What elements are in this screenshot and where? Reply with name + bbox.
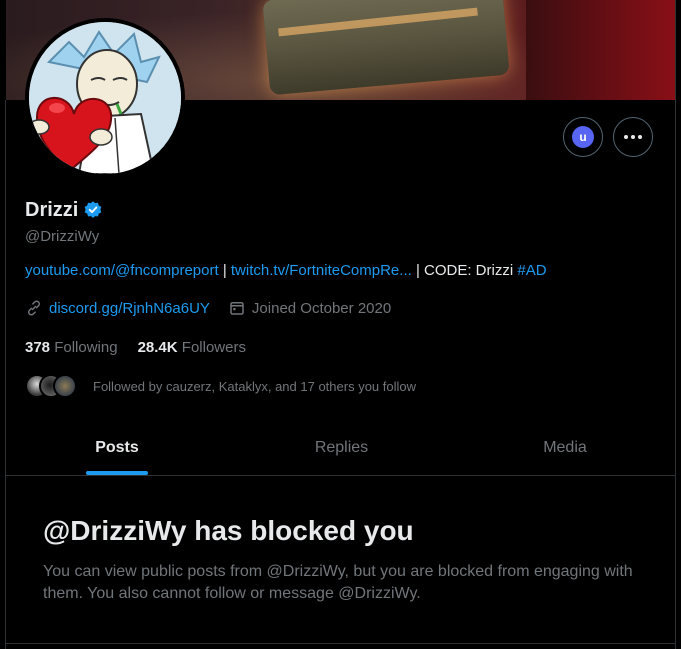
followers-count-link[interactable]: 28.4K Followers [138,339,246,356]
display-name: Drizzi [25,198,79,221]
mutual-avatar [53,374,77,398]
mutual-avatars [25,373,83,399]
joined-date: Joined October 2020 [251,299,392,317]
calendar-icon [230,302,244,315]
column-border-right [675,0,676,649]
profile-page: u Drizzi @DrizziWy youtube.com/@fncompre… [0,0,681,649]
blocked-description: You can view public posts from @DrizziWy… [43,563,633,602]
bio-hashtag[interactable]: #AD [517,262,546,279]
tab-media[interactable]: Media [455,420,675,475]
profile-tabs: Posts Replies Media [6,420,675,476]
bio-link-twitch[interactable]: twitch.tv/FortniteCompRe... [231,262,412,279]
tab-label: Posts [95,438,139,456]
followers-count: 28.4K [137,339,178,356]
name-row: Drizzi [25,197,103,223]
more-options-button[interactable] [613,117,653,157]
profile-handle: @DrizziWy [25,228,100,245]
following-count: 378 [25,339,51,356]
user-badge-button[interactable]: u [563,117,603,157]
blocked-title: @DrizziWy has blocked you [43,515,414,546]
avatar-illustration [29,22,181,174]
followed-by-text: Followed by cauzerz, Kataklyx, and 17 ot… [93,378,417,394]
following-label: Following [54,339,118,356]
bio-separator: | [218,262,231,279]
followers-label: Followers [181,339,246,356]
profile-meta: discord.gg/RjnhN6a6UY Joined October 202… [25,299,391,317]
tab-posts[interactable]: Posts [6,420,228,475]
tab-replies[interactable]: Replies [228,420,455,475]
more-horizontal-icon [624,135,642,139]
followers-you-know[interactable]: Followed by cauzerz, Kataklyx, and 17 ot… [25,372,416,400]
bio-code-text: | CODE: Drizzi [411,262,518,279]
link-icon [27,300,41,316]
banner-red-wall [526,0,675,100]
website-link[interactable]: discord.gg/RjnhN6a6UY [49,300,210,317]
follow-stats: 378 Following 28.4K Followers [25,339,246,356]
column-border-left [5,100,6,649]
following-count-link[interactable]: 378 Following [25,339,118,356]
tab-label: Media [543,438,587,456]
profile-avatar[interactable] [25,18,185,178]
verified-badge-icon[interactable] [83,200,103,220]
profile-bio: youtube.com/@fncompreport | twitch.tv/Fo… [25,262,547,279]
active-tab-indicator [86,471,148,475]
user-badge: u [572,126,594,148]
tab-label: Replies [314,438,369,456]
bio-link-youtube[interactable]: youtube.com/@fncompreport [25,262,219,279]
divider [6,643,675,644]
